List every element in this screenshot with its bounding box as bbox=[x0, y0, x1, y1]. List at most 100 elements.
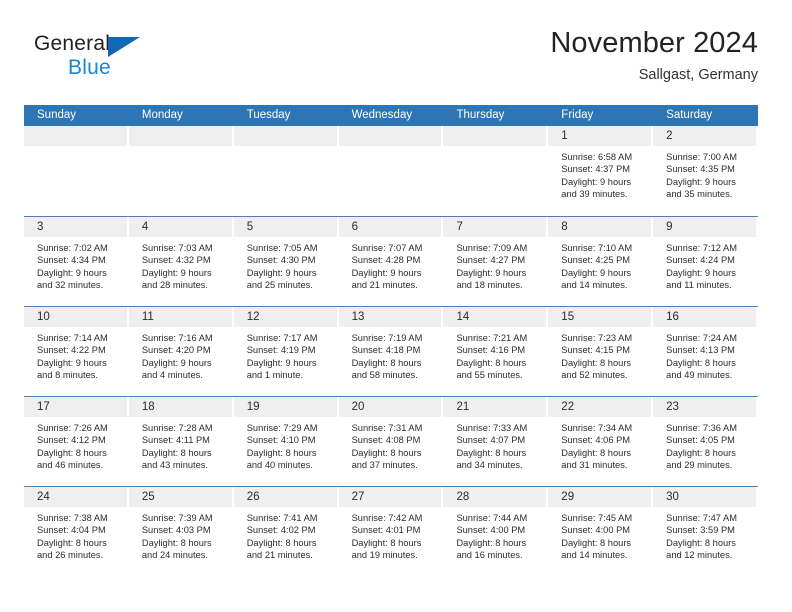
day-number-band: 14 bbox=[443, 307, 547, 327]
day-detail-text: Sunrise: 7:07 AM Sunset: 4:28 PM Daylight:… bbox=[339, 237, 442, 292]
calendar-day-cell[interactable]: 18 Sunrise: 7:28 AM Sunset: 4:11 PM Dayligh… bbox=[128, 397, 234, 486]
day-number: 20 bbox=[351, 401, 365, 413]
weekday-header-sunday: Sunday bbox=[37, 109, 77, 121]
day-detail-line: Daylight: 8 hours bbox=[561, 357, 632, 368]
day-number: 29 bbox=[561, 491, 575, 503]
day-detail-line: and 8 minutes. bbox=[37, 370, 98, 381]
day-number: 15 bbox=[561, 311, 575, 323]
day-detail-line: and 14 minutes. bbox=[561, 550, 628, 561]
calendar-day-cell[interactable]: 27 Sunrise: 7:42 AM Sunset: 4:01 PM Dayligh… bbox=[338, 487, 444, 576]
day-number: 8 bbox=[561, 221, 568, 233]
calendar-day-cell[interactable]: 13 Sunrise: 7:19 AM Sunset: 4:18 PM Dayligh… bbox=[338, 307, 444, 396]
day-detail-line: Sunset: 4:25 PM bbox=[561, 255, 631, 266]
calendar-day-cell[interactable]: 4 Sunrise: 7:03 AM Sunset: 4:32 PM Daylight… bbox=[128, 217, 234, 306]
day-number-band: 10 bbox=[24, 307, 127, 327]
calendar-day-cell-empty bbox=[233, 126, 339, 216]
day-detail-line: and 14 minutes. bbox=[561, 280, 628, 291]
day-detail-line: Daylight: 8 hours bbox=[351, 447, 422, 458]
day-detail-text: Sunrise: 7:21 AM Sunset: 4:16 PM Daylight:… bbox=[443, 327, 546, 382]
day-number-band: 19 bbox=[233, 397, 337, 417]
calendar-day-cell[interactable]: 21 Sunrise: 7:33 AM Sunset: 4:07 PM Dayligh… bbox=[443, 397, 548, 486]
day-detail-line: Daylight: 9 hours bbox=[246, 357, 317, 368]
day-detail-line: Sunrise: 7:42 AM bbox=[351, 513, 423, 523]
day-detail-line: and 46 minutes. bbox=[37, 460, 104, 471]
day-number: 6 bbox=[351, 221, 358, 233]
day-number: 11 bbox=[141, 311, 154, 323]
day-number-band: 16 bbox=[653, 307, 757, 327]
day-detail-line: Sunset: 4:30 PM bbox=[246, 255, 316, 266]
day-number: 28 bbox=[456, 491, 470, 503]
calendar-day-cell[interactable]: 9 Sunrise: 7:12 AM Sunset: 4:24 PM Daylight… bbox=[653, 217, 758, 306]
calendar-day-cell[interactable]: 1 Sunrise: 6:58 AM Sunset: 4:37 PM Daylight… bbox=[548, 126, 653, 216]
calendar-day-cell[interactable]: 5 Sunrise: 7:05 AM Sunset: 4:30 PM Daylight… bbox=[233, 217, 339, 306]
calendar-day-cell[interactable]: 28 Sunrise: 7:44 AM Sunset: 4:00 PM Dayligh… bbox=[443, 487, 548, 576]
calendar-day-cell[interactable]: 2 Sunrise: 7:00 AM Sunset: 4:35 PM Daylight… bbox=[653, 126, 758, 216]
day-detail-line: and 18 minutes. bbox=[456, 280, 523, 291]
day-detail-line: and 24 minutes. bbox=[141, 550, 209, 561]
calendar-day-cell[interactable]: 12 Sunrise: 7:17 AM Sunset: 4:19 PM Dayligh… bbox=[233, 307, 339, 396]
calendar-day-cell[interactable]: 20 Sunrise: 7:31 AM Sunset: 4:08 PM Dayligh… bbox=[338, 397, 444, 486]
day-detail-line: Sunset: 3:59 PM bbox=[666, 525, 735, 536]
calendar-day-cell[interactable]: 10 Sunrise: 7:14 AM Sunset: 4:22 PM Dayligh… bbox=[24, 307, 129, 396]
day-detail-text bbox=[129, 146, 232, 151]
day-number-band: 2 bbox=[653, 126, 757, 146]
day-number: 4 bbox=[141, 221, 149, 233]
calendar-week-row: 10 Sunrise: 7:14 AM Sunset: 4:22 PM Dayligh… bbox=[24, 306, 758, 396]
day-number-band: 15 bbox=[548, 307, 652, 327]
calendar-day-cell[interactable]: 19 Sunrise: 7:29 AM Sunset: 4:10 PM Dayligh… bbox=[233, 397, 339, 486]
calendar-day-cell[interactable]: 11 Sunrise: 7:16 AM Sunset: 4:20 PM Dayligh… bbox=[128, 307, 234, 396]
day-detail-line: Sunset: 4:27 PM bbox=[456, 255, 526, 266]
calendar-day-cell[interactable]: 15 Sunrise: 7:23 AM Sunset: 4:15 PM Dayligh… bbox=[548, 307, 653, 396]
day-detail-line: Sunrise: 7:10 AM bbox=[561, 243, 633, 253]
day-detail-line: and 21 minutes. bbox=[246, 550, 313, 561]
day-number: 30 bbox=[666, 491, 679, 503]
day-detail-line: Daylight: 9 hours bbox=[456, 267, 527, 278]
day-number: 26 bbox=[246, 491, 260, 503]
day-number: 18 bbox=[141, 401, 155, 413]
calendar-day-cell[interactable]: 29 Sunrise: 7:45 AM Sunset: 4:00 PM Dayligh… bbox=[548, 487, 653, 576]
day-number-band: 25 bbox=[128, 487, 232, 507]
calendar-day-cell[interactable]: 30 Sunrise: 7:47 AM Sunset: 3:59 PM Dayligh… bbox=[653, 487, 758, 576]
day-detail-line: Sunrise: 7:39 AM bbox=[141, 513, 213, 523]
day-detail-line: Sunrise: 7:00 AM bbox=[666, 152, 737, 162]
day-detail-line: Daylight: 8 hours bbox=[561, 537, 632, 548]
day-detail-line: Daylight: 9 hours bbox=[666, 267, 736, 278]
day-detail-line: and 25 minutes. bbox=[246, 280, 313, 291]
calendar-day-cell[interactable]: 25 Sunrise: 7:39 AM Sunset: 4:03 PM Dayligh… bbox=[128, 487, 234, 576]
weekday-header-saturday: Saturday bbox=[666, 109, 713, 121]
day-detail-line: Sunset: 4:07 PM bbox=[456, 435, 526, 446]
day-detail-text: Sunrise: 7:09 AM Sunset: 4:27 PM Daylight:… bbox=[443, 237, 546, 292]
calendar-day-cell[interactable]: 24 Sunrise: 7:38 AM Sunset: 4:04 PM Dayligh… bbox=[24, 487, 129, 576]
calendar-day-cell[interactable]: 23 Sunrise: 7:36 AM Sunset: 4:05 PM Dayligh… bbox=[653, 397, 758, 486]
day-number-band: 20 bbox=[338, 397, 442, 417]
day-detail-line: Sunset: 4:18 PM bbox=[351, 345, 421, 356]
day-number-band: 22 bbox=[548, 397, 652, 417]
day-number: 27 bbox=[351, 491, 365, 503]
calendar-day-cell[interactable]: 7 Sunrise: 7:09 AM Sunset: 4:27 PM Daylight… bbox=[443, 217, 548, 306]
calendar-day-cell[interactable]: 3 Sunrise: 7:02 AM Sunset: 4:34 PM Daylight… bbox=[24, 217, 129, 306]
day-detail-text: Sunrise: 7:12 AM Sunset: 4:24 PM Daylight:… bbox=[653, 237, 756, 292]
calendar-day-cell[interactable]: 6 Sunrise: 7:07 AM Sunset: 4:28 PM Daylight… bbox=[338, 217, 444, 306]
calendar-day-cell[interactable]: 26 Sunrise: 7:41 AM Sunset: 4:02 PM Dayligh… bbox=[233, 487, 339, 576]
logo-triangle-icon bbox=[108, 37, 140, 57]
day-detail-line: Sunrise: 7:33 AM bbox=[456, 423, 528, 433]
calendar-day-cell[interactable]: 8 Sunrise: 7:10 AM Sunset: 4:25 PM Daylight… bbox=[548, 217, 653, 306]
day-detail-line: Sunset: 4:32 PM bbox=[141, 255, 211, 266]
calendar-page: General Blue November 2024 Sallgast, Ger… bbox=[0, 0, 792, 612]
calendar-day-cell[interactable]: 17 Sunrise: 7:26 AM Sunset: 4:12 PM Dayligh… bbox=[24, 397, 129, 486]
day-detail-text: Sunrise: 7:19 AM Sunset: 4:18 PM Daylight:… bbox=[339, 327, 442, 382]
day-number: 13 bbox=[351, 311, 365, 323]
calendar-day-cell[interactable]: 22 Sunrise: 7:34 AM Sunset: 4:06 PM Dayligh… bbox=[548, 397, 653, 486]
calendar-day-cell[interactable]: 16 Sunrise: 7:24 AM Sunset: 4:13 PM Dayligh… bbox=[653, 307, 758, 396]
day-detail-text bbox=[234, 146, 337, 151]
day-detail-line: Daylight: 9 hours bbox=[666, 176, 736, 187]
calendar-day-cell[interactable]: 14 Sunrise: 7:21 AM Sunset: 4:16 PM Dayligh… bbox=[443, 307, 548, 396]
day-detail-line: Daylight: 9 hours bbox=[351, 267, 422, 278]
day-detail-line: and 4 minutes. bbox=[141, 370, 203, 381]
calendar-week-row: 17 Sunrise: 7:26 AM Sunset: 4:12 PM Dayligh… bbox=[24, 396, 758, 486]
day-detail-line: Sunset: 4:13 PM bbox=[666, 345, 735, 356]
day-detail-line: Sunrise: 7:16 AM bbox=[141, 333, 213, 343]
day-number: 9 bbox=[666, 221, 673, 233]
day-number-band: 17 bbox=[24, 397, 127, 417]
day-number: 17 bbox=[37, 401, 50, 413]
